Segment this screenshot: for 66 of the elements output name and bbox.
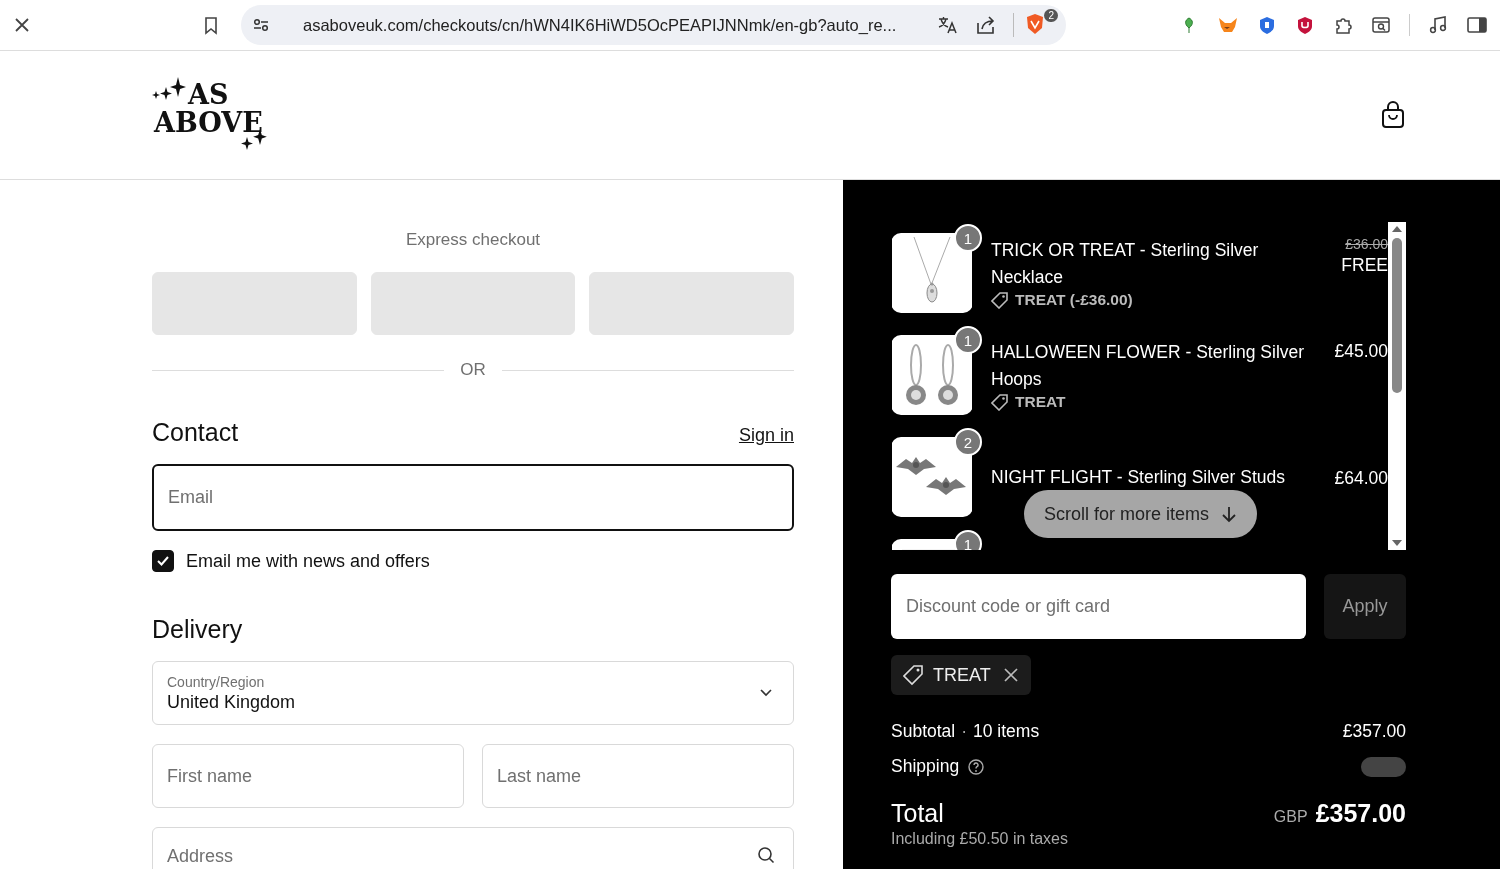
discount-label: TREAT (-£36.00) bbox=[1015, 291, 1133, 309]
first-name-field[interactable]: First name bbox=[152, 744, 464, 808]
url-text: asaboveuk.com/checkouts/cn/hWN4IK6HiWD5OcPEAPIJNNmk/en-gb?auto_re... bbox=[303, 15, 898, 35]
translate-icon[interactable] bbox=[937, 15, 959, 35]
apply-button[interactable]: Apply bbox=[1324, 574, 1406, 639]
close-icon[interactable] bbox=[1002, 667, 1019, 683]
product-title: NIGHT FLIGHT - Sterling Silver Studs bbox=[991, 465, 1286, 489]
notification-badge: 2 bbox=[1044, 9, 1058, 22]
address-field[interactable]: Address bbox=[152, 827, 794, 869]
product-title: HALLOWEEN FLOWER - Sterling Silver Hoops bbox=[991, 341, 1306, 391]
original-price: £36.00 bbox=[1344, 236, 1388, 252]
total-label: Total bbox=[891, 799, 944, 828]
product-title: TRICK OR TREAT - Sterling Silver Necklace bbox=[991, 239, 1260, 289]
arrow-down-icon bbox=[1221, 505, 1238, 523]
section-title: Express checkout bbox=[404, 230, 542, 251]
sign-in-link[interactable]: Sign in bbox=[738, 425, 794, 446]
last-name-field[interactable]: Last name bbox=[482, 744, 794, 808]
checkbox-label: Email me with news and offers bbox=[186, 550, 430, 572]
separator-dot: · bbox=[961, 721, 968, 742]
checkbox[interactable] bbox=[152, 550, 174, 572]
email-field[interactable]: Email bbox=[152, 464, 794, 531]
puzzle-icon[interactable] bbox=[1333, 15, 1353, 35]
tag-icon bbox=[991, 393, 1009, 411]
quantity-badge: 1 bbox=[954, 224, 982, 252]
quantity-badge: 1 bbox=[954, 326, 982, 354]
tax-note: Including £50.50 in taxes bbox=[891, 830, 1069, 848]
logo-text: AS bbox=[188, 81, 230, 109]
shield-icon[interactable] bbox=[1257, 15, 1277, 35]
shield-icon[interactable] bbox=[1024, 12, 1046, 36]
subtotal-amount: £357.00 bbox=[1342, 721, 1406, 742]
price: £45.00 bbox=[1333, 340, 1388, 363]
music-icon[interactable] bbox=[1428, 15, 1448, 35]
logo-text: ABOVE bbox=[154, 109, 263, 137]
scroll-hint-button[interactable]: Scroll for more items bbox=[1024, 490, 1258, 538]
shield-icon[interactable] bbox=[1295, 15, 1315, 35]
discount-label: TREAT bbox=[1015, 393, 1066, 411]
quantity-badge: 1 bbox=[954, 530, 982, 550]
tag-icon bbox=[991, 291, 1009, 309]
price: FREE bbox=[1340, 254, 1388, 277]
checkmark-icon bbox=[156, 555, 170, 567]
caret-down-icon[interactable] bbox=[1392, 540, 1402, 546]
address-bar[interactable]: asaboveuk.com/checkouts/cn/hWN4IK6HiWD5OcPEAPIJNNmk/en-gb?auto_re... 2 bbox=[241, 5, 1066, 45]
currency-code: GBP bbox=[1273, 808, 1308, 826]
screen-search-icon[interactable] bbox=[1371, 15, 1391, 35]
country-select[interactable]: Country/Region United Kingdom bbox=[152, 661, 794, 725]
quantity-badge: 2 bbox=[954, 428, 982, 456]
section-heading: Delivery bbox=[152, 615, 244, 644]
divider-label: OR bbox=[460, 360, 486, 380]
discount-code: TREAT bbox=[933, 664, 991, 686]
chevron-down-icon bbox=[759, 688, 773, 698]
scrollbar[interactable] bbox=[1388, 222, 1406, 550]
shopping-bag-icon[interactable] bbox=[1380, 101, 1406, 129]
price: £64.00 bbox=[1333, 467, 1388, 490]
sidebar-icon[interactable] bbox=[1466, 15, 1488, 35]
fox-icon[interactable] bbox=[1217, 15, 1239, 35]
discount-code-field[interactable]: Discount code or gift card bbox=[891, 574, 1306, 639]
section-heading: Contact bbox=[152, 418, 239, 447]
shipping-label: Shipping bbox=[891, 756, 960, 777]
total-amount: £357.00 bbox=[1315, 799, 1406, 828]
help-icon[interactable] bbox=[967, 757, 986, 776]
subtotal-label: Subtotal bbox=[891, 721, 956, 742]
tag-icon bbox=[903, 664, 925, 686]
caret-up-icon[interactable] bbox=[1392, 226, 1402, 232]
item-count: 10 items bbox=[973, 721, 1040, 742]
search-icon bbox=[757, 846, 775, 864]
share-icon[interactable] bbox=[975, 15, 997, 35]
